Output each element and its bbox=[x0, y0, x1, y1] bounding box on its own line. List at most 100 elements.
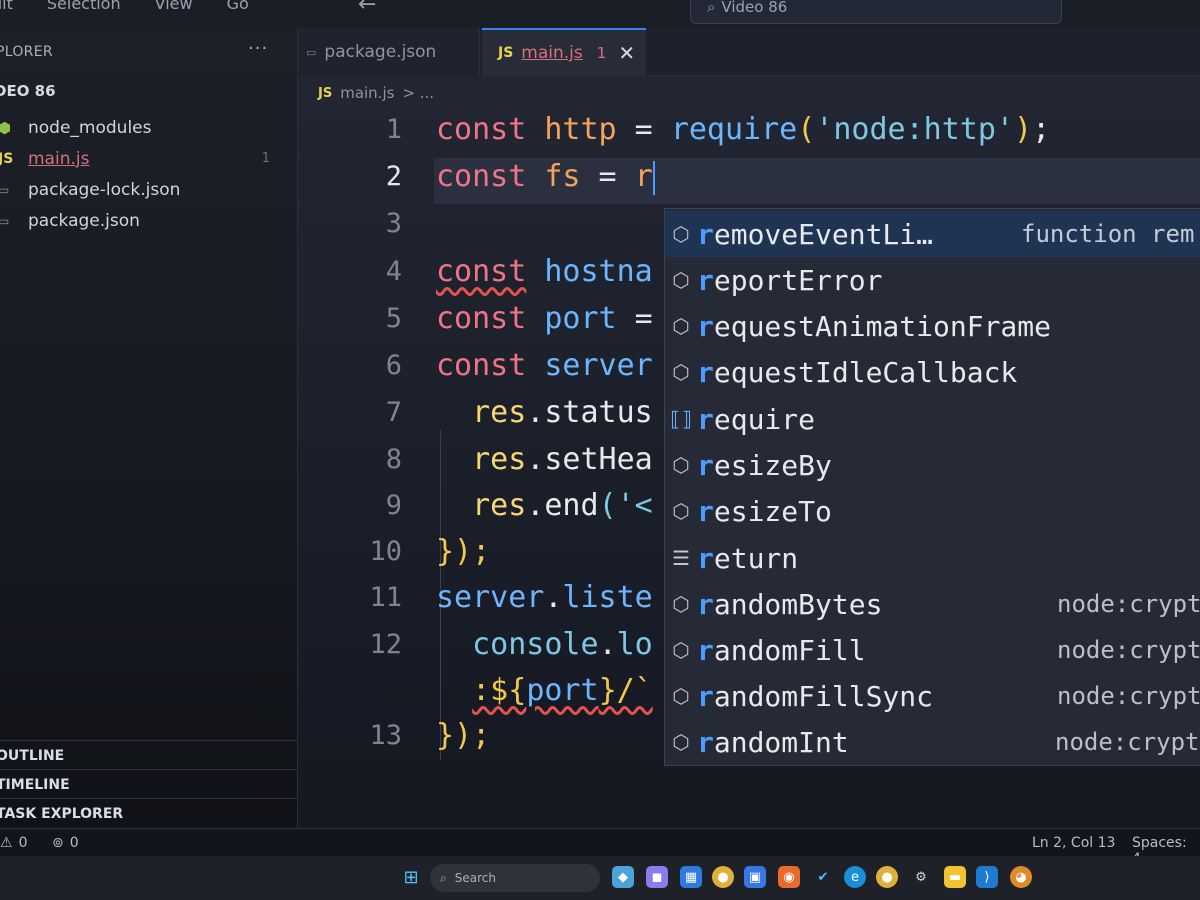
tree-item-label: node_modules bbox=[28, 117, 152, 138]
cursor-position[interactable]: Ln 2, Col 13 bbox=[1032, 835, 1115, 851]
keyword: const bbox=[436, 254, 527, 289]
suggestion-label: resizeBy bbox=[697, 448, 832, 482]
tab-main-js[interactable]: JS main.js 1 ✕ bbox=[482, 28, 646, 76]
app-icon[interactable]: ◕ bbox=[1010, 866, 1032, 888]
section-outline[interactable]: OUTLINE bbox=[0, 740, 298, 769]
widgets-icon[interactable]: ◆ bbox=[612, 866, 634, 888]
app-icon[interactable]: ◼ bbox=[646, 866, 668, 888]
line-number: 6 bbox=[385, 350, 402, 381]
template-punct: :${ bbox=[472, 673, 527, 708]
line-number: 3 bbox=[385, 208, 402, 239]
app-icon[interactable]: ▣ bbox=[744, 866, 766, 888]
suggestion-item[interactable]: ⬡ randomInt node:crypt bbox=[665, 719, 1200, 765]
tab-bar: ▭ package.json JS main.js 1 ✕ bbox=[298, 28, 1200, 76]
suggestion-item[interactable]: ⬡ requestIdleCallback bbox=[665, 349, 1200, 395]
tree-item-package-json[interactable]: ▭ package.json bbox=[0, 205, 298, 236]
suggestion-item[interactable]: ⬡ resizeBy bbox=[665, 442, 1200, 488]
breadcrumb-file[interactable]: main.js bbox=[340, 84, 394, 102]
back-arrow-icon[interactable]: ← bbox=[358, 0, 376, 17]
section-task-explorer[interactable]: TASK EXPLORER bbox=[0, 798, 298, 827]
edge-icon[interactable]: e bbox=[844, 866, 866, 888]
function-name: require bbox=[670, 112, 798, 147]
operator: = bbox=[616, 301, 653, 336]
template-var: port bbox=[526, 673, 599, 708]
tree-item-main-js[interactable]: JS main.js 1 bbox=[0, 143, 298, 174]
tree-item-package-lock[interactable]: ▭ package-lock.json bbox=[0, 174, 298, 205]
js-file-icon: JS bbox=[318, 85, 333, 101]
section-timeline[interactable]: TIMELINE bbox=[0, 769, 298, 798]
suggestion-label: randomFillSync bbox=[697, 679, 934, 713]
taskbar: ⊞ ⌕ Search ◆ ◼ ▦ ● ▣ ◉ ✔ e ● ⚙ ▬ ⟩ ◕ bbox=[0, 856, 1200, 900]
suggestion-item[interactable]: ⬡ removeEventLi… function rem bbox=[665, 211, 1200, 257]
command-center-label: Video 86 bbox=[721, 0, 788, 16]
more-actions-icon[interactable]: ··· bbox=[248, 38, 268, 59]
search-icon: ⌕ bbox=[440, 870, 447, 885]
tab-label: main.js bbox=[521, 43, 583, 63]
problems-indicator[interactable]: ⚠ 0 bbox=[0, 835, 27, 851]
punctuation: ; bbox=[1032, 112, 1051, 147]
json-file-icon: ▭ bbox=[0, 213, 10, 228]
suggestion-item[interactable]: ⬡ reportError bbox=[665, 257, 1200, 303]
tree-item-label: package.json bbox=[28, 210, 140, 231]
cube-icon: ⬡ bbox=[672, 268, 690, 292]
suggestion-label: requestIdleCallback bbox=[697, 355, 1018, 389]
menu-go[interactable]: Go bbox=[227, 0, 249, 13]
suggestion-detail: node:crypt bbox=[1057, 590, 1200, 618]
file-explorer-icon[interactable]: ▬ bbox=[944, 866, 966, 888]
suggestion-item[interactable]: ⟦⟧ require bbox=[665, 396, 1200, 442]
code-line-9: res.end('< bbox=[436, 488, 653, 523]
command-center[interactable]: ⌕ Video 86 bbox=[690, 0, 1062, 24]
cube-icon: ⬡ bbox=[672, 638, 690, 662]
settings-icon[interactable]: ⚙ bbox=[910, 866, 932, 888]
ports-indicator[interactable]: ⊚ 0 bbox=[52, 835, 79, 851]
calendar-icon[interactable]: ▦ bbox=[680, 866, 702, 888]
cube-icon: ⬡ bbox=[672, 499, 690, 523]
string: ('< bbox=[598, 488, 653, 523]
vscode-icon[interactable]: ⟩ bbox=[976, 866, 998, 888]
close-icon[interactable]: ✕ bbox=[618, 41, 635, 65]
tree-item-node-modules[interactable]: ⬢ node_modules bbox=[0, 112, 298, 143]
suggestion-item[interactable]: ⬡ randomBytes node:crypt bbox=[665, 581, 1200, 627]
code-line-11: server.liste bbox=[436, 580, 653, 615]
punctuation: . bbox=[544, 580, 563, 615]
line-number: 11 bbox=[369, 582, 402, 613]
ports-count: 0 bbox=[69, 835, 79, 851]
cube-icon: ⬡ bbox=[672, 684, 690, 708]
chrome-icon[interactable]: ● bbox=[876, 866, 898, 888]
suggestion-label: return bbox=[697, 541, 799, 575]
menu-selection[interactable]: Selection bbox=[47, 0, 121, 13]
suggestion-item[interactable]: ⬡ randomFillSync node:crypt bbox=[665, 673, 1200, 719]
suggestion-item[interactable]: ☰ return bbox=[665, 535, 1200, 581]
cube-icon: ⬡ bbox=[672, 222, 690, 246]
cube-icon: ⬡ bbox=[672, 453, 690, 477]
property: end bbox=[544, 488, 599, 523]
workspace-folder[interactable]: DEO 86 bbox=[0, 82, 56, 100]
tree-item-label: main.js bbox=[28, 148, 90, 169]
suggestion-label: reportError bbox=[697, 263, 883, 297]
check-icon[interactable]: ✔ bbox=[812, 866, 834, 888]
taskbar-search[interactable]: ⌕ Search bbox=[430, 864, 600, 892]
operator: = bbox=[580, 159, 635, 194]
menu-view[interactable]: View bbox=[155, 0, 193, 13]
menu-edit[interactable]: dit bbox=[0, 0, 13, 13]
identifier: res bbox=[472, 488, 527, 523]
line-number: 12 bbox=[369, 629, 402, 660]
punctuation: . bbox=[526, 395, 545, 430]
tab-problem-badge: 1 bbox=[596, 44, 607, 62]
problem-count-badge: 1 bbox=[261, 151, 270, 166]
suggestion-item[interactable]: ⬡ randomFill node:crypt bbox=[665, 627, 1200, 673]
cube-icon: ⬡ bbox=[672, 592, 690, 616]
app-icon[interactable]: ◉ bbox=[778, 866, 800, 888]
chrome-icon[interactable]: ● bbox=[712, 866, 734, 888]
suggestion-item[interactable]: ⬡ requestAnimationFrame bbox=[665, 303, 1200, 349]
suggestion-item[interactable]: ⬡ resizeTo bbox=[665, 488, 1200, 534]
suggestion-detail: node:crypt bbox=[1057, 636, 1200, 664]
tab-package-json[interactable]: ▭ package.json bbox=[298, 28, 480, 76]
windows-start-icon[interactable]: ⊞ bbox=[400, 866, 422, 888]
code-line-7: res.status bbox=[436, 395, 653, 430]
file-tree: ⬢ node_modules JS main.js 1 ▭ package-lo… bbox=[0, 112, 298, 236]
breadcrumb-more[interactable]: > ... bbox=[402, 84, 434, 102]
cube-icon: ⬡ bbox=[672, 360, 690, 384]
suggestion-label: randomInt bbox=[697, 725, 849, 759]
identifier: hostna bbox=[544, 254, 653, 289]
